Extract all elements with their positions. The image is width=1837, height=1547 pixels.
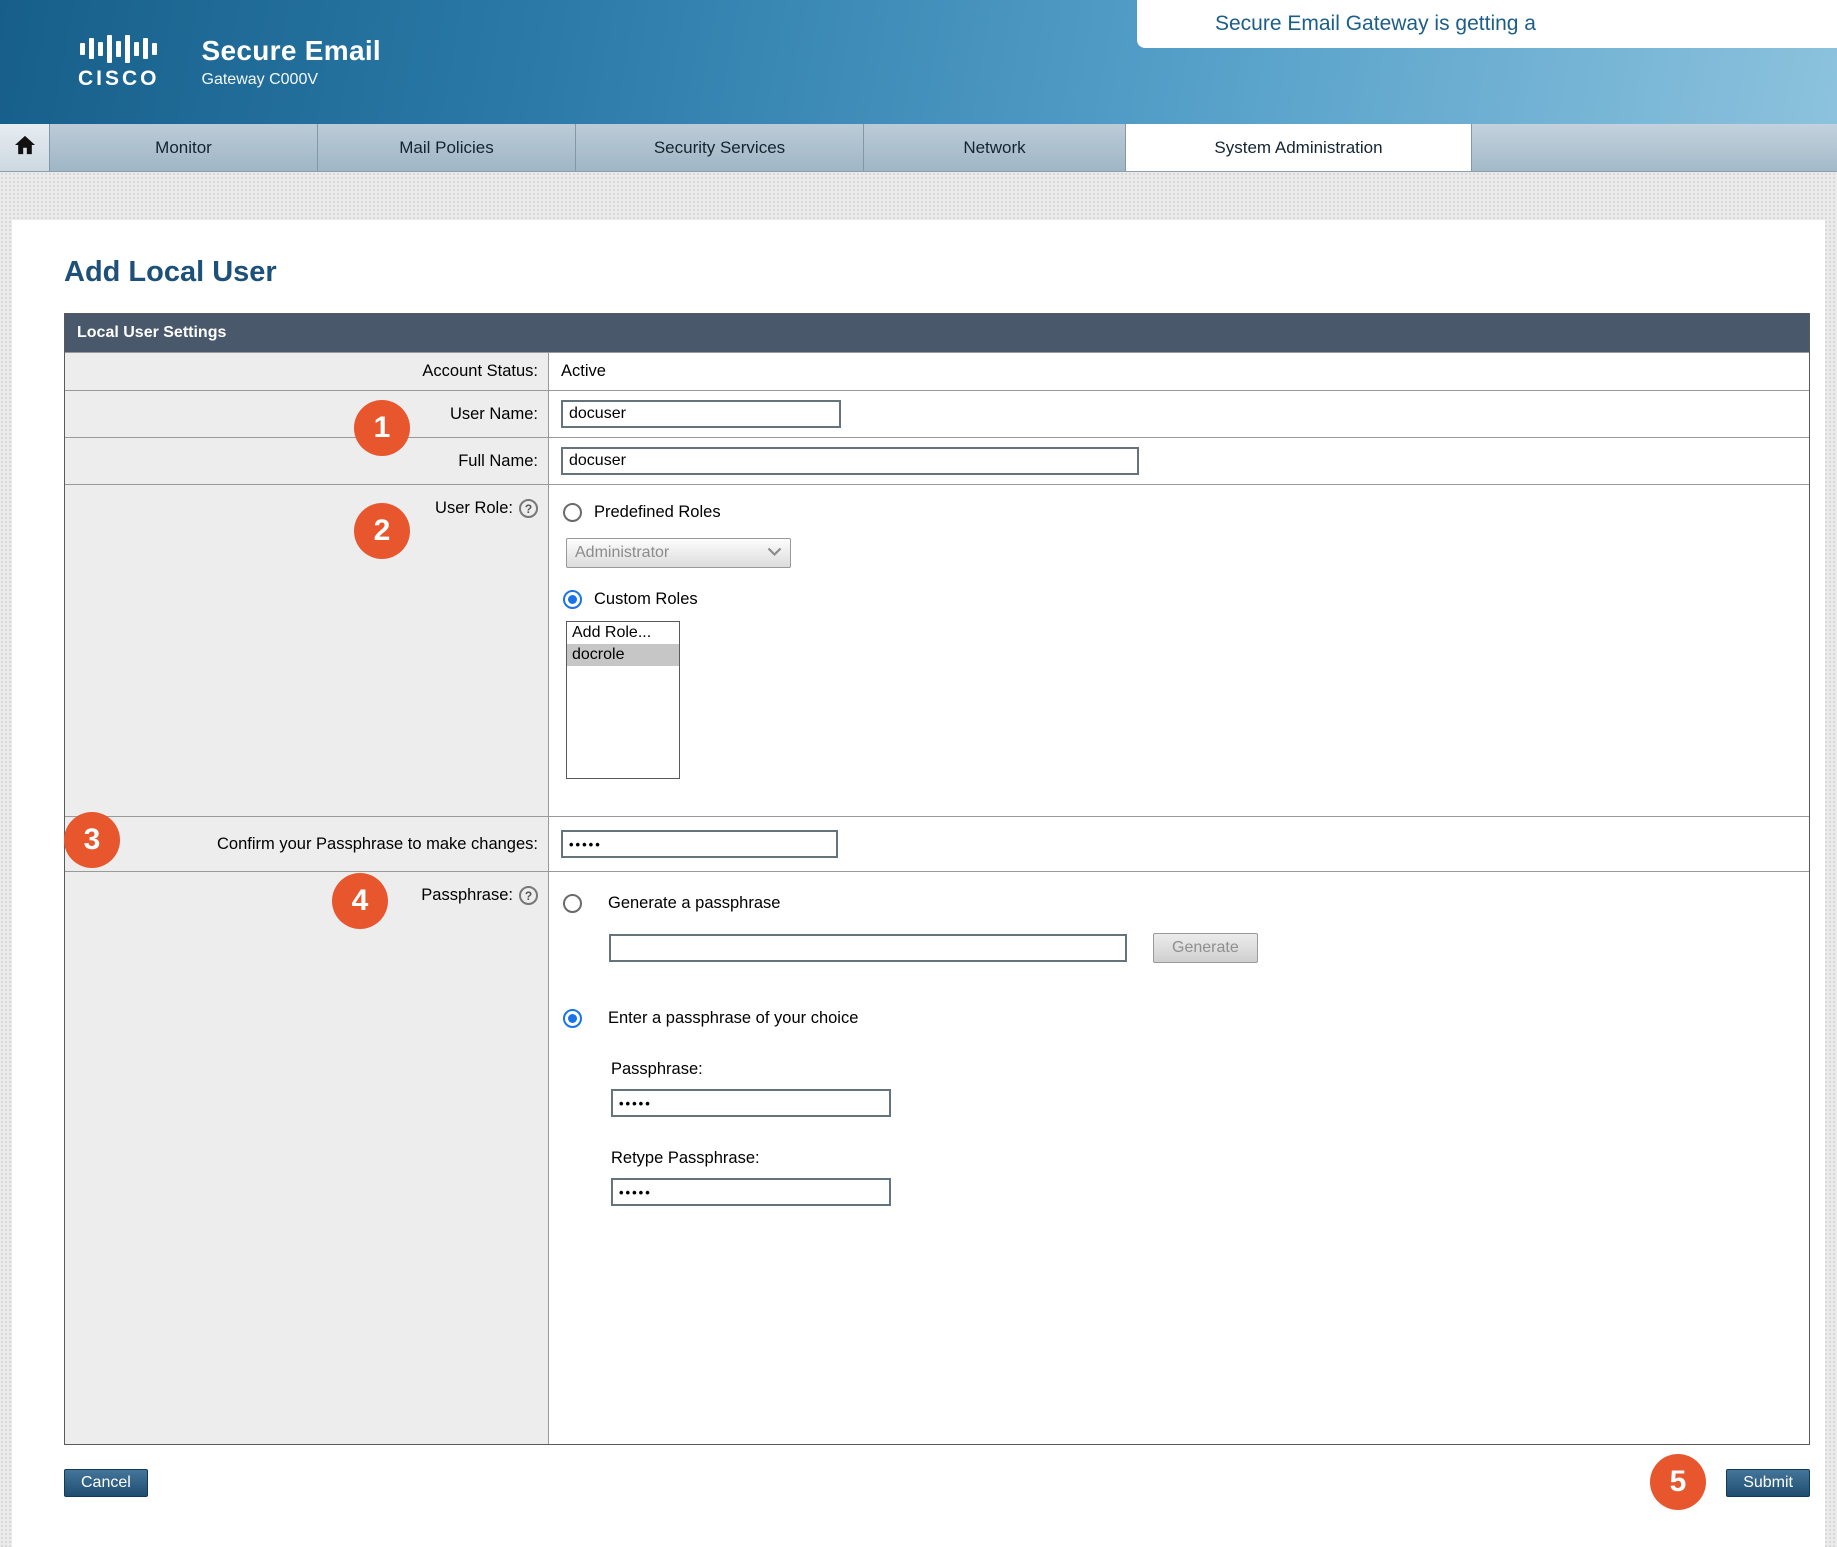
account-status-value: Active bbox=[549, 353, 1809, 390]
custom-roles-radio[interactable] bbox=[563, 590, 582, 609]
passphrase-input[interactable] bbox=[611, 1089, 891, 1117]
retype-passphrase-input[interactable] bbox=[611, 1178, 891, 1206]
account-status-label: Account Status: bbox=[65, 353, 549, 390]
generated-passphrase-input[interactable] bbox=[609, 934, 1127, 962]
user-role-label-cell: User Role: ? bbox=[65, 485, 549, 816]
user-name-row: User Name: bbox=[65, 390, 1809, 437]
home-icon bbox=[14, 135, 36, 160]
chevron-down-icon bbox=[767, 544, 782, 562]
step-badge-4: 4 bbox=[332, 873, 388, 929]
tab-network[interactable]: Network bbox=[864, 124, 1126, 171]
main-nav: Monitor Mail Policies Security Services … bbox=[0, 124, 1837, 172]
form-actions: Cancel Submit bbox=[64, 1469, 1810, 1497]
step-badge-2: 2 bbox=[354, 503, 410, 559]
tab-monitor[interactable]: Monitor bbox=[50, 124, 318, 171]
passphrase-label-cell: Passphrase: ? bbox=[65, 872, 549, 1444]
generate-passphrase-radio[interactable] bbox=[563, 894, 582, 913]
product-block: Secure Email Gateway C000V bbox=[202, 35, 381, 89]
tab-security-services[interactable]: Security Services bbox=[576, 124, 864, 171]
user-role-row: User Role: ? Predefined Roles Administra… bbox=[65, 484, 1809, 816]
user-role-help-icon[interactable]: ? bbox=[519, 499, 538, 518]
custom-roles-label: Custom Roles bbox=[594, 590, 698, 609]
account-status-row: Account Status: Active bbox=[65, 352, 1809, 390]
nav-filler bbox=[1472, 124, 1837, 171]
role-list-item-docrole[interactable]: docrole bbox=[567, 644, 679, 666]
confirm-passphrase-label: Confirm your Passphrase to make changes: bbox=[65, 817, 549, 871]
user-name-input[interactable] bbox=[561, 400, 841, 428]
product-name: Secure Email bbox=[202, 35, 381, 67]
manual-passphrase-radio[interactable] bbox=[563, 1009, 582, 1028]
submit-button[interactable]: Submit bbox=[1726, 1469, 1810, 1497]
confirm-passphrase-row: Confirm your Passphrase to make changes: bbox=[65, 816, 1809, 871]
custom-roles-option: Custom Roles bbox=[563, 590, 698, 609]
home-button[interactable] bbox=[0, 124, 50, 171]
generate-row: Generate bbox=[609, 933, 1258, 963]
user-role-label: User Role: bbox=[435, 499, 513, 518]
user-name-label: User Name: bbox=[65, 391, 549, 437]
tab-mail-policies[interactable]: Mail Policies bbox=[318, 124, 576, 171]
brand-name: CISCO bbox=[78, 67, 160, 91]
product-model: Gateway C000V bbox=[202, 71, 381, 89]
notification-banner: Secure Email Gateway is getting a bbox=[1137, 0, 1837, 48]
manual-passphrase-option: Enter a passphrase of your choice bbox=[563, 1009, 858, 1028]
full-name-row: Full Name: bbox=[65, 437, 1809, 484]
cancel-button[interactable]: Cancel bbox=[64, 1469, 148, 1497]
cisco-logo: CISCO bbox=[78, 34, 160, 91]
tab-system-administration[interactable]: System Administration bbox=[1126, 124, 1472, 171]
section-title: Local User Settings bbox=[65, 324, 226, 342]
full-name-input[interactable] bbox=[561, 447, 1139, 475]
notification-banner-text: Secure Email Gateway is getting a bbox=[1215, 12, 1536, 36]
generate-button[interactable]: Generate bbox=[1153, 933, 1258, 963]
manual-passphrase-option-label: Enter a passphrase of your choice bbox=[608, 1009, 858, 1028]
full-name-label: Full Name: bbox=[65, 438, 549, 484]
page: CISCO Secure Email Gateway C000V Secure … bbox=[0, 0, 1837, 1547]
predefined-roles-label: Predefined Roles bbox=[594, 503, 721, 522]
step-badge-1: 1 bbox=[354, 400, 410, 456]
app-header: CISCO Secure Email Gateway C000V Secure … bbox=[0, 0, 1837, 124]
passphrase-help-icon[interactable]: ? bbox=[519, 886, 538, 905]
step-badge-5: 5 bbox=[1650, 1454, 1706, 1510]
page-title: Add Local User bbox=[64, 256, 1825, 289]
generate-passphrase-label: Generate a passphrase bbox=[608, 894, 780, 913]
manual-passphrase-label: Passphrase: bbox=[611, 1060, 703, 1079]
confirm-passphrase-input[interactable] bbox=[561, 830, 838, 858]
table-section-header: Local User Settings bbox=[65, 314, 1809, 352]
retype-passphrase-label: Retype Passphrase: bbox=[611, 1149, 760, 1168]
passphrase-row: Passphrase: ? Generate a passphrase Gene… bbox=[65, 871, 1809, 1444]
local-user-settings-table: Local User Settings Account Status: Acti… bbox=[64, 313, 1810, 1445]
predefined-roles-option: Predefined Roles bbox=[563, 503, 721, 522]
role-list-item-add[interactable]: Add Role... bbox=[567, 622, 679, 644]
cisco-logo-icon bbox=[80, 34, 157, 64]
predefined-roles-radio[interactable] bbox=[563, 503, 582, 522]
custom-roles-listbox[interactable]: Add Role... docrole bbox=[566, 621, 680, 779]
content-sheet: Add Local User Local User Settings Accou… bbox=[12, 220, 1825, 1547]
step-badge-3: 3 bbox=[64, 812, 120, 868]
generate-passphrase-option: Generate a passphrase bbox=[563, 894, 780, 913]
predefined-role-selected-value: Administrator bbox=[575, 544, 669, 562]
predefined-role-select[interactable]: Administrator bbox=[566, 538, 791, 568]
passphrase-label: Passphrase: bbox=[421, 886, 513, 905]
